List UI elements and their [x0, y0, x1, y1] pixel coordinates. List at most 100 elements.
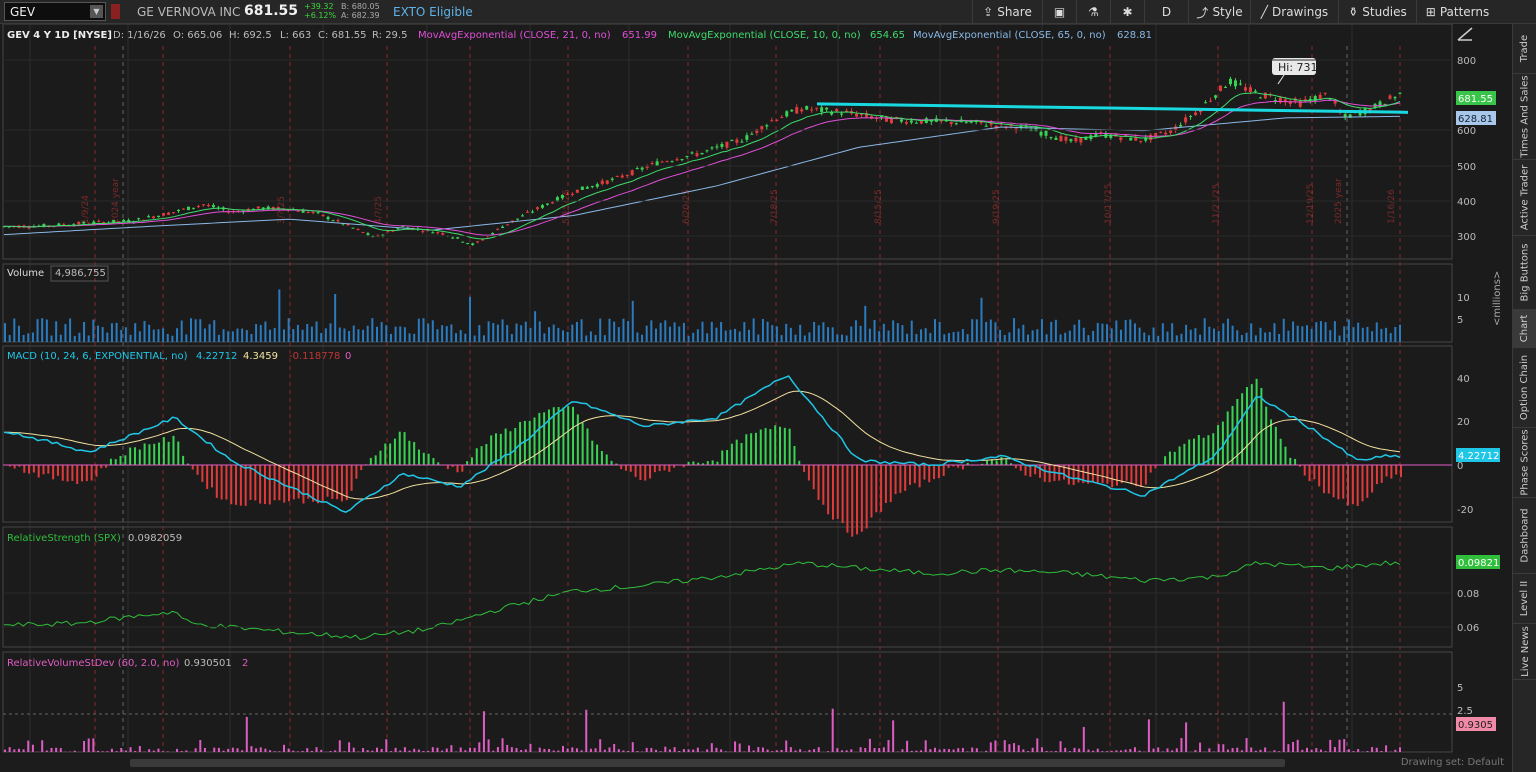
macd-hist-bar	[562, 407, 565, 465]
rv-bar	[1250, 747, 1253, 752]
sidebar-tab-label: Big Buttons	[1519, 243, 1531, 302]
hi-label-text: Hi: 731	[1278, 61, 1318, 74]
sidebar-tab-big-buttons[interactable]: Big Buttons	[1513, 236, 1536, 310]
rv-bar	[622, 750, 625, 752]
settings-button[interactable]: ✱	[1110, 0, 1144, 24]
rv-bar	[278, 751, 281, 752]
volume-bar	[473, 335, 476, 342]
candle-body	[1179, 124, 1183, 127]
volume-bar	[1110, 328, 1113, 342]
candle-body	[954, 123, 958, 125]
rv-bar	[1301, 749, 1304, 752]
macd-hist-bar	[302, 465, 305, 504]
chevron-down-icon[interactable]: ▼	[90, 5, 103, 18]
sidebar-tab-trade[interactable]: Trade	[1513, 24, 1536, 74]
macd-hist-bar	[119, 455, 122, 465]
chart-area[interactable]: 1/9/24 2024 year 3/?/25 4/?/25 5/15/25 6/20/2…	[0, 24, 1512, 772]
macd-tick: 40	[1457, 374, 1470, 385]
macd-hist-bar	[827, 465, 830, 515]
volume-bar	[1036, 329, 1039, 342]
rv-bar	[1226, 749, 1229, 752]
volume-bar	[678, 326, 681, 342]
sidebar-tab-live-news[interactable]: Live News	[1513, 624, 1536, 680]
volume-bar	[292, 329, 295, 342]
macd-hist-bar	[413, 442, 416, 465]
macd-hist-bar	[239, 465, 242, 506]
sidebar-tab-chart[interactable]: Chart	[1513, 310, 1536, 348]
volume-bar	[1310, 328, 1313, 342]
candle-body	[855, 113, 859, 117]
volume-bar	[585, 335, 588, 342]
volume-bar	[808, 332, 811, 342]
macd-hist-bar	[470, 457, 473, 465]
snapshot-button[interactable]: ▣	[1042, 0, 1076, 24]
sidebar-tab-active-trader[interactable]: Active Trader	[1513, 160, 1536, 236]
drawing-set-label[interactable]: Drawing set: Default	[1401, 757, 1504, 768]
candle-body	[521, 215, 525, 217]
macd-label[interactable]: MACD (10, 24, 6, EXPONENTIAL, no)	[7, 351, 188, 362]
sidebar-tab-option-chain[interactable]: Option Chain	[1513, 348, 1536, 428]
volume-bar	[1031, 330, 1034, 342]
sidebar-tab-phase-scores[interactable]: Phase Scores	[1513, 428, 1536, 498]
patterns-button[interactable]: ⊞ Patterns	[1416, 0, 1498, 24]
rv-bar	[1333, 747, 1336, 752]
macd-hist-bar	[1308, 465, 1311, 482]
sidebar-tab-level-ii[interactable]: Level II	[1513, 574, 1536, 624]
share-button[interactable]: ⇪ Share	[972, 0, 1042, 24]
candle-body	[615, 175, 619, 177]
rv-bar	[1087, 749, 1090, 752]
ema65-label[interactable]: MovAvgExponential (CLOSE, 65, 0, no)	[913, 30, 1106, 41]
candle-body	[904, 122, 908, 124]
macd-hist-bar	[913, 465, 916, 484]
rv-label[interactable]: RelativeVolumeStDev (60, 2.0, no)	[7, 658, 179, 669]
rv-bar	[1050, 751, 1053, 752]
sidebar-tab-label: Trade	[1519, 34, 1531, 63]
flask-button[interactable]: ⚗	[1076, 0, 1110, 24]
rv-bar	[617, 749, 620, 752]
volume-bar	[845, 335, 848, 342]
candle-body	[1388, 95, 1392, 99]
ema21-label[interactable]: MovAvgExponential (CLOSE, 21, 0, no)	[418, 30, 611, 41]
rv-bar	[315, 747, 318, 752]
macd-hist-bar	[422, 452, 425, 465]
rv-bar	[436, 747, 439, 752]
macd-hist-bar	[658, 465, 661, 472]
volume-bar	[431, 320, 434, 342]
sidebar-tab-times-and-sales[interactable]: Times And Sales	[1513, 74, 1536, 160]
candle-body	[765, 125, 769, 127]
rv-bar	[566, 748, 569, 752]
symbol-input[interactable]: GEV ▼	[4, 2, 106, 21]
rs-label[interactable]: RelativeStrength (SPX)	[7, 533, 121, 544]
macd-hist-bar	[692, 461, 695, 465]
rv-bar	[222, 750, 225, 752]
rv-bar	[715, 747, 718, 752]
bid: B: 680.05	[341, 2, 380, 11]
volume-bar	[831, 327, 834, 342]
flag-icon[interactable]	[111, 4, 120, 19]
volume-bar	[1003, 334, 1006, 342]
volume-bar	[785, 323, 788, 342]
volume-bar	[934, 319, 936, 342]
volume-bar	[655, 328, 657, 342]
drawings-button[interactable]: ╱ Drawings	[1250, 0, 1338, 24]
candle-body	[1074, 137, 1078, 142]
style-button[interactable]: ⤴ Style	[1188, 0, 1250, 24]
horizontal-scrollbar[interactable]	[130, 759, 1285, 767]
volume-bar	[617, 327, 620, 342]
macd-hist-bar	[408, 440, 411, 465]
candle-body	[1054, 137, 1058, 140]
volume-bar	[171, 335, 174, 342]
rv-bar	[752, 750, 755, 752]
macd-hist-bar	[225, 465, 228, 500]
timeframe-button[interactable]: D	[1144, 0, 1188, 24]
macd-hist-bar	[812, 465, 815, 490]
volume-bar	[110, 323, 113, 342]
volume-bar	[989, 319, 992, 342]
candle-body	[491, 232, 495, 235]
studies-button[interactable]: ⚱ Studies	[1338, 0, 1416, 24]
ema10-label[interactable]: MovAvgExponential (CLOSE, 10, 0, no)	[668, 30, 861, 41]
volume-bar	[738, 331, 741, 342]
sidebar-tab-dashboard[interactable]: Dashboard	[1513, 498, 1536, 574]
candle-body	[600, 180, 604, 184]
volume-bar	[803, 335, 806, 342]
